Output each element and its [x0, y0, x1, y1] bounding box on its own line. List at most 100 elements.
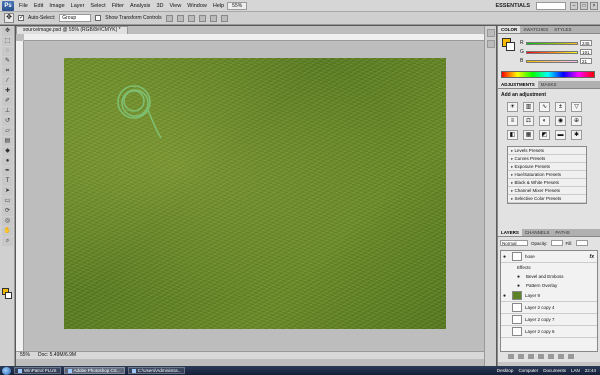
- menu-edit[interactable]: Edit: [31, 3, 46, 9]
- align-middle-icon[interactable]: [176, 14, 184, 22]
- red-slider[interactable]: [526, 41, 578, 45]
- layer-row-copy-7[interactable]: Layer 2 copy 7: [501, 314, 597, 326]
- lasso-icon[interactable]: ◌: [2, 47, 13, 56]
- preset-selective-color[interactable]: Selective Color Presets: [508, 195, 586, 203]
- layer-effects-icon[interactable]: fx: [590, 254, 597, 260]
- tab-styles[interactable]: STYLES: [551, 26, 574, 33]
- crop-icon[interactable]: ⌗: [2, 67, 13, 76]
- tab-swatches[interactable]: SWATCHES: [520, 26, 551, 33]
- new-layer-icon[interactable]: [558, 353, 564, 359]
- menu-3d[interactable]: 3D: [153, 3, 166, 9]
- gradient-icon[interactable]: ▤: [2, 137, 13, 146]
- preset-levels[interactable]: Levels Presets: [508, 147, 586, 155]
- menu-image[interactable]: Image: [46, 3, 67, 9]
- align-right-icon[interactable]: [220, 14, 228, 22]
- effect-bevel-row[interactable]: ● Bevel and Emboss: [501, 272, 597, 281]
- tray-documents[interactable]: Documents: [543, 368, 566, 373]
- menu-help[interactable]: Help: [210, 3, 227, 9]
- green-slider[interactable]: [526, 50, 578, 54]
- color-spectrum-ramp[interactable]: [501, 71, 595, 78]
- pen-icon[interactable]: ✒: [2, 167, 13, 176]
- tab-channels[interactable]: CHANNELS: [522, 229, 553, 236]
- visibility-eye-icon[interactable]: ●: [503, 293, 509, 299]
- auto-select-dropdown[interactable]: Group: [59, 14, 92, 22]
- tab-color[interactable]: COLOR: [498, 26, 521, 33]
- history-panel-icon[interactable]: [487, 29, 495, 37]
- eyedropper-icon[interactable]: ⁄: [2, 77, 13, 86]
- menu-file[interactable]: File: [16, 3, 31, 9]
- channel-mixer-icon[interactable]: ⊕: [571, 116, 582, 126]
- visibility-empty-icon[interactable]: [503, 305, 509, 311]
- tray-desktop[interactable]: Desktop: [497, 368, 514, 373]
- selective-color-icon[interactable]: ✱: [571, 130, 582, 140]
- background-color-swatch[interactable]: [5, 292, 12, 299]
- menu-view[interactable]: View: [166, 3, 184, 9]
- path-select-icon[interactable]: ➤: [2, 187, 13, 196]
- taskbar-item-winpatrol[interactable]: WinPatrol PLUS: [14, 367, 61, 374]
- healing-brush-icon[interactable]: ✚: [2, 87, 13, 96]
- blur-icon[interactable]: ◆: [2, 147, 13, 156]
- black-white-icon[interactable]: ◐: [539, 116, 550, 126]
- vibrance-icon[interactable]: ▽: [571, 102, 582, 112]
- menu-analysis[interactable]: Analysis: [127, 3, 153, 9]
- add-mask-icon[interactable]: [528, 353, 534, 359]
- actions-panel-icon[interactable]: [487, 40, 495, 48]
- visibility-empty-icon[interactable]: [503, 317, 509, 323]
- add-style-icon[interactable]: [518, 353, 524, 359]
- layer-row-copy-6[interactable]: Layer 2 copy 6: [501, 326, 597, 338]
- search-input[interactable]: [536, 1, 566, 10]
- exposure-icon[interactable]: ±: [555, 102, 566, 112]
- opacity-field[interactable]: [550, 240, 563, 246]
- eraser-icon[interactable]: ▱: [2, 127, 13, 136]
- taskbar-item-photoshop[interactable]: Adobe Photoshop CS...: [63, 367, 125, 374]
- maximize-button[interactable]: □: [580, 1, 588, 10]
- layer-row-copy-4[interactable]: Layer 2 copy 4: [501, 302, 597, 314]
- align-center-icon[interactable]: [209, 14, 217, 22]
- posterize-icon[interactable]: ▦: [523, 130, 534, 140]
- effect-eye-icon[interactable]: ●: [517, 283, 523, 289]
- image-canvas[interactable]: [64, 58, 446, 329]
- visibility-empty-icon[interactable]: [503, 329, 509, 335]
- color-panel-background[interactable]: [506, 42, 515, 51]
- move-icon[interactable]: ✥: [2, 27, 13, 36]
- type-icon[interactable]: T: [2, 177, 13, 186]
- tray-computer[interactable]: Computer: [518, 368, 538, 373]
- trash-icon[interactable]: [568, 353, 574, 359]
- preset-black-white[interactable]: Black & White Presets: [508, 179, 586, 187]
- tab-layers[interactable]: LAYERS: [498, 229, 522, 236]
- link-layers-icon[interactable]: [508, 353, 514, 359]
- taskbar-item-explorer[interactable]: C:\Users\Administra...: [127, 367, 186, 374]
- layer-effects-row[interactable]: Effects: [501, 263, 597, 272]
- align-bottom-icon[interactable]: [187, 14, 195, 22]
- red-value-field[interactable]: 245: [580, 40, 592, 46]
- fill-field[interactable]: [575, 240, 588, 246]
- gradient-map-icon[interactable]: ▬: [555, 130, 566, 140]
- menu-filter[interactable]: Filter: [109, 3, 127, 9]
- effect-eye-icon[interactable]: ●: [517, 274, 523, 280]
- effect-pattern-row[interactable]: ● Pattern Overlay: [501, 281, 597, 290]
- blue-slider[interactable]: [526, 59, 578, 63]
- color-balance-icon[interactable]: ⚖: [523, 116, 534, 126]
- zoom-level-select[interactable]: 55%: [227, 1, 248, 10]
- clock[interactable]: 22:44: [585, 368, 596, 373]
- align-left-icon[interactable]: [198, 14, 206, 22]
- green-value-field[interactable]: 191: [580, 49, 592, 55]
- show-transform-checkbox[interactable]: [95, 15, 102, 21]
- zoom-icon[interactable]: ⌕: [2, 237, 13, 246]
- layer-row-layer-9[interactable]: ● Layer 9: [501, 290, 597, 302]
- preset-curves[interactable]: Curves Presets: [508, 155, 586, 163]
- shape-icon[interactable]: ▭: [2, 197, 13, 206]
- align-top-icon[interactable]: [165, 14, 173, 22]
- visibility-eye-icon[interactable]: ●: [503, 254, 509, 260]
- curves-icon[interactable]: ∿: [539, 102, 550, 112]
- document-tab[interactable]: sourceimage.psd @ 55% (RGB/8#/CMYK) *: [16, 26, 128, 34]
- layer-row-hose[interactable]: ● hose fx: [501, 251, 597, 263]
- preset-channel-mixer[interactable]: Channel Mixer Presets: [508, 187, 586, 195]
- tab-paths[interactable]: PATHS: [552, 229, 572, 236]
- close-button[interactable]: ×: [590, 1, 598, 10]
- auto-select-checkbox[interactable]: [18, 14, 24, 21]
- blend-mode-select[interactable]: Normal: [500, 240, 528, 246]
- menu-select[interactable]: Select: [87, 3, 108, 9]
- tab-masks[interactable]: MASKS: [538, 81, 560, 88]
- 3d-orbit-icon[interactable]: ◎: [2, 217, 13, 226]
